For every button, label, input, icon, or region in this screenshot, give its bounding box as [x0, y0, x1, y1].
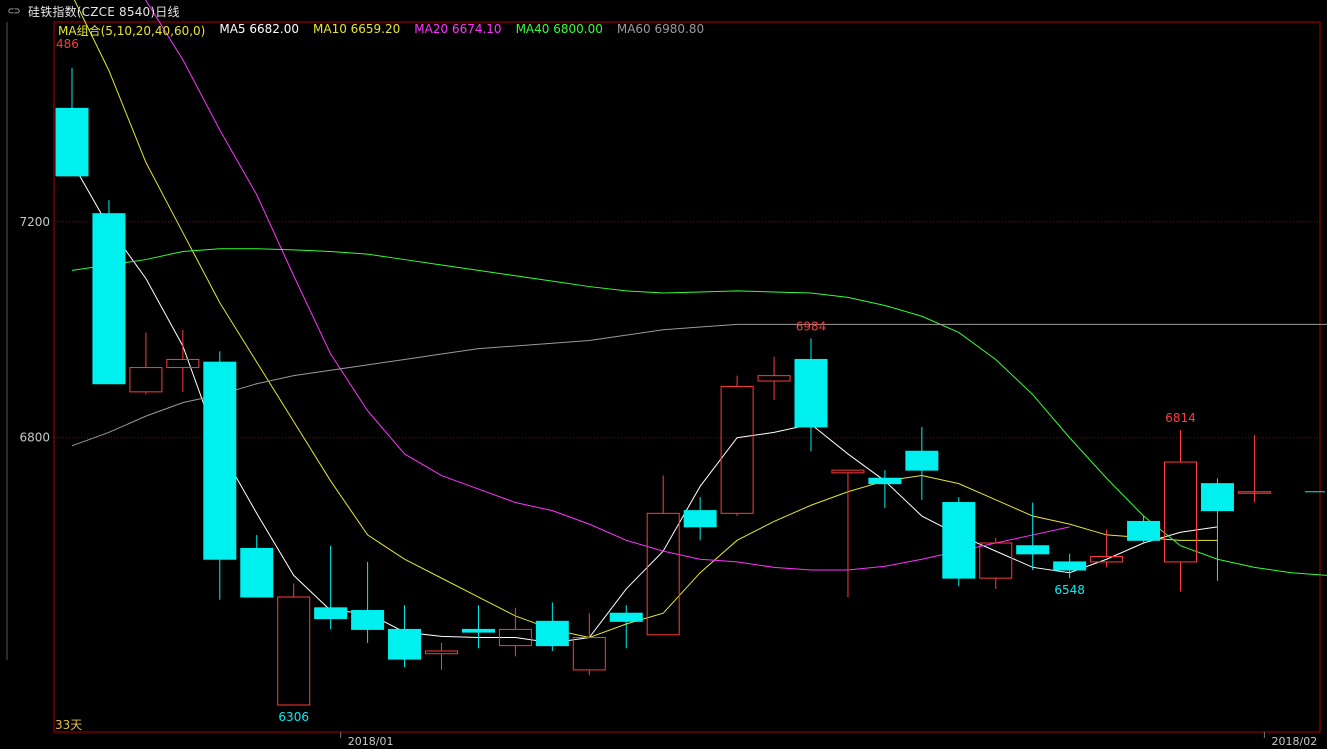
days-count-label: 33天: [55, 718, 83, 732]
candle-down: [794, 358, 828, 428]
candle-down: [1200, 483, 1234, 512]
candle-down: [905, 450, 939, 471]
candle-down: [203, 361, 237, 560]
legend-ma10: MA10 6659.20: [313, 22, 401, 36]
top-price-label: 486: [56, 37, 79, 51]
candle-up: [831, 469, 865, 474]
candle-up: [166, 358, 200, 369]
low-annotation: 6306: [278, 710, 309, 724]
link-icon[interactable]: ⊂⊃: [8, 6, 22, 17]
candle-up: [720, 385, 754, 514]
candle-down: [609, 612, 643, 622]
candle-up: [1164, 461, 1197, 563]
candle-up: [757, 375, 791, 382]
legend-ma5: MA5 6682.00: [219, 22, 299, 36]
x-tick-label: 2018/02: [1272, 735, 1318, 748]
legend-ma20: MA20 6674.10: [414, 22, 502, 36]
candle-down: [868, 477, 902, 485]
candle-down: [314, 607, 348, 620]
legend-ma60: MA60 6980.80: [616, 22, 705, 36]
title-bar: ⊂⊃ 硅铁指数(CZCE 8540)日线: [0, 0, 1327, 22]
ma-line-ma10: [73, 0, 1218, 639]
candlestick-chart[interactable]: 6800 7200 6306 6984 6548 6814 486 2018/01 2018/0…: [0, 0, 1327, 749]
candle-up: [425, 650, 458, 655]
y-tick-label: 6800: [19, 431, 50, 445]
candle-down: [1127, 520, 1161, 541]
low-annotation: 6548: [1054, 583, 1085, 597]
x-tick-label: 2018/01: [348, 735, 394, 748]
high-annotation: 6984: [796, 319, 827, 333]
candle-up: [277, 596, 311, 706]
candle-down: [461, 628, 495, 633]
candle-up: [979, 542, 1013, 579]
candle-down: [1053, 561, 1087, 571]
candle-down: [240, 547, 274, 598]
chart-title: 硅铁指数(CZCE 8540)日线: [28, 4, 180, 19]
candle-up: [129, 367, 163, 393]
candle-down: [351, 610, 385, 630]
candle-down: [92, 213, 126, 385]
plot-frame: [53, 21, 1321, 733]
ma-line-ma60: [71, 323, 1327, 447]
ma-legend: MA组合(5,10,20,40,60,0) MA5 6682.00 MA10 6…: [58, 22, 704, 38]
candle-down: [683, 510, 717, 528]
y-tick-label: 7200: [19, 215, 50, 229]
candle-down: [55, 107, 89, 177]
high-annotation: 6814: [1165, 411, 1196, 425]
legend-ma40: MA40 6800.00: [515, 22, 603, 36]
candle-down: [535, 620, 569, 647]
candle-up: [572, 637, 606, 671]
candle-down: [942, 502, 976, 579]
candle-down: [388, 628, 422, 660]
candle-down: [1016, 545, 1050, 555]
ma-group-label[interactable]: MA组合(5,10,20,40,60,0): [58, 22, 205, 38]
